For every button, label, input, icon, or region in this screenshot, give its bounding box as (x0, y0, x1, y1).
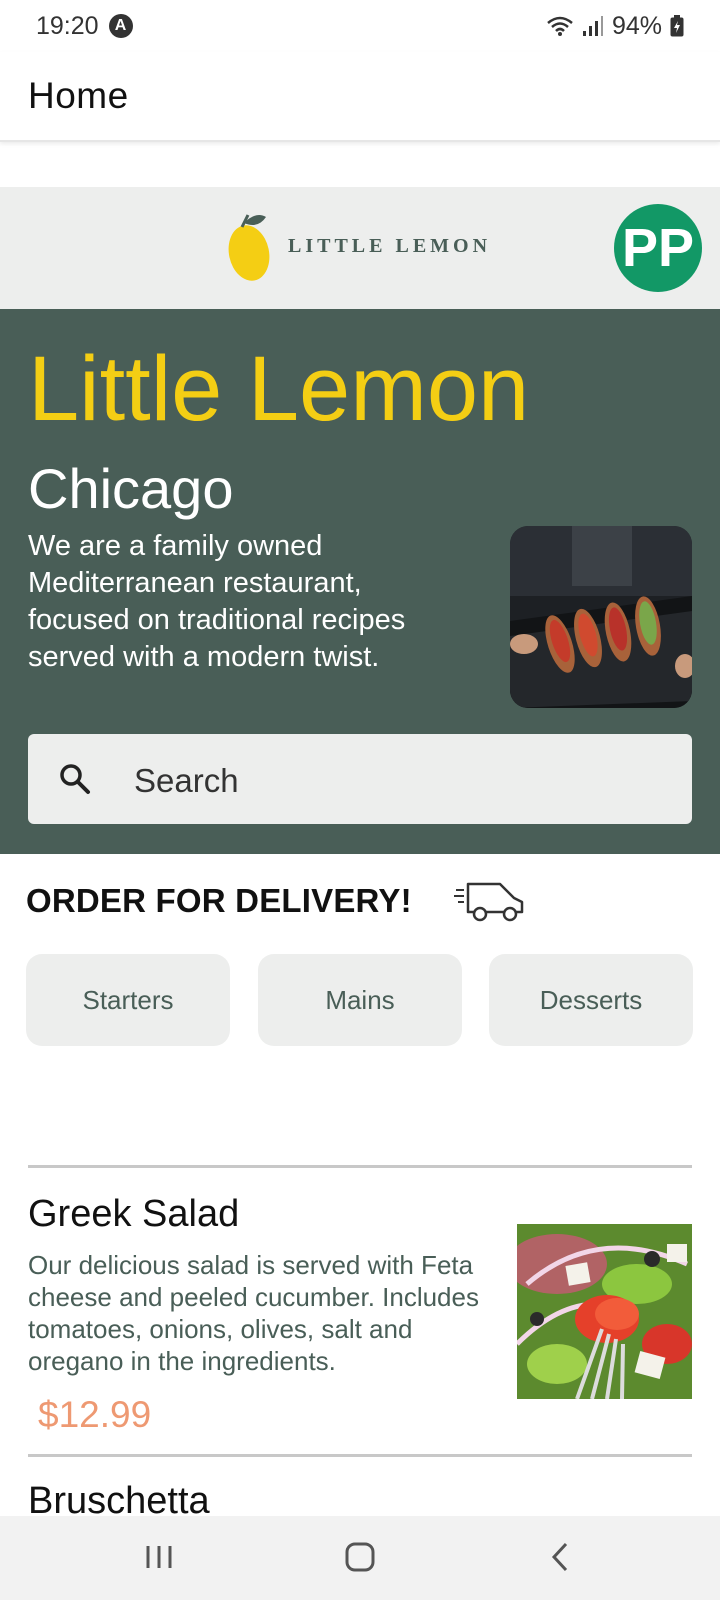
profile-avatar[interactable]: PP (614, 204, 702, 292)
app-bar: Home (0, 52, 720, 142)
hero-section: Little Lemon Chicago We are a family own… (0, 309, 720, 854)
hero-image (510, 526, 692, 708)
dish-name: Greek Salad (28, 1193, 240, 1235)
signal-icon (582, 16, 603, 36)
app-notification-icon: A (108, 14, 133, 38)
category-starters-button[interactable]: Starters (26, 954, 230, 1046)
page-title: Home (28, 75, 129, 116)
menu-divider (28, 1165, 692, 1168)
recent-apps-icon[interactable] (144, 1540, 174, 1574)
delivery-header: ORDER FOR DELIVERY! (26, 880, 526, 922)
hero-description: We are a family owned Mediterranean rest… (28, 530, 406, 673)
battery-percent: 94% (611, 11, 662, 40)
search-icon (60, 764, 90, 794)
search-input[interactable]: Search (28, 734, 692, 824)
back-icon[interactable] (548, 1540, 572, 1574)
delivery-truck-icon (453, 882, 524, 922)
lemon-logo-icon (228, 214, 270, 281)
hero-title: Little Lemon (28, 338, 530, 440)
status-bar: 19:20 A 94% (0, 0, 720, 52)
logo-text: LITTLE LEMON (288, 234, 492, 257)
system-navigation-bar (0, 1516, 720, 1600)
wifi-icon (547, 16, 573, 36)
dish-image (517, 1224, 692, 1399)
brand-header: LITTLE LEMON PP (0, 187, 720, 309)
delivery-title: ORDER FOR DELIVERY! (26, 882, 412, 919)
logo: LITTLE LEMON (226, 209, 491, 283)
search-placeholder: Search (134, 762, 239, 799)
status-time: 19:20 (36, 11, 99, 40)
menu-divider (28, 1454, 692, 1457)
dish-description: Our delicious salad is served with Feta … (28, 1250, 479, 1376)
category-desserts-button[interactable]: Desserts (489, 954, 693, 1046)
home-icon[interactable] (344, 1540, 376, 1574)
category-mains-button[interactable]: Mains (258, 954, 462, 1046)
dish-price: $12.99 (38, 1394, 152, 1435)
hero-subtitle: Chicago (28, 457, 234, 520)
battery-icon (670, 15, 684, 37)
